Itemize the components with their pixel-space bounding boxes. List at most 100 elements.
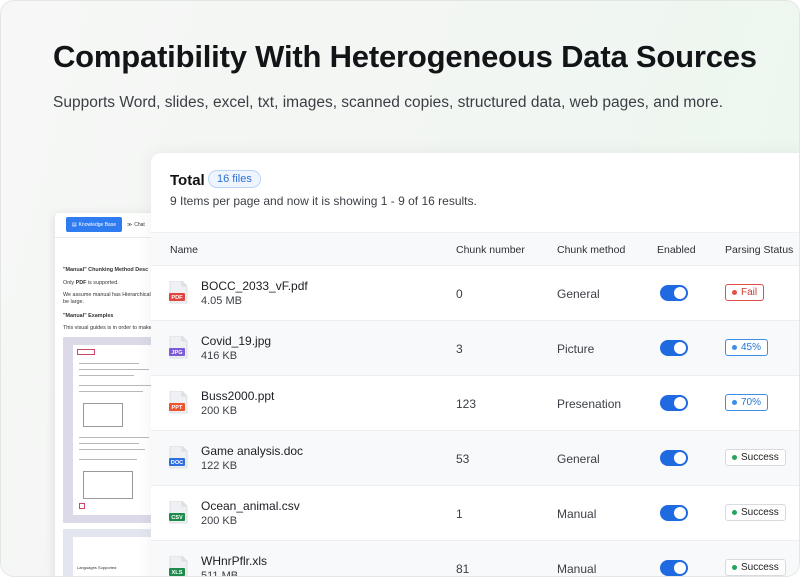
sheet-line [79, 385, 151, 386]
status-dot-icon [732, 400, 737, 405]
file-size: 200 KB [201, 515, 238, 527]
column-header-chunk-method[interactable]: Chunk method [557, 244, 625, 256]
preview-heading: "Manual" Chunking Method Desc [63, 267, 149, 273]
table-header: Name Chunk number Chunk method Enabled P… [151, 232, 799, 266]
sheet-line [79, 443, 139, 444]
toggle-knob [674, 562, 686, 574]
file-type-icon: PDF [169, 281, 188, 304]
file-type-label: DOC [171, 460, 183, 466]
preview-examples-heading: "Manual" Examples [63, 313, 114, 319]
toggle-knob [674, 342, 686, 354]
file-size: 122 KB [201, 460, 238, 472]
chat-label: Chat [134, 221, 145, 228]
chunk-method: Picture [557, 342, 595, 356]
page-title: Compatibility With Heterogeneous Data So… [53, 39, 757, 74]
chunk-method: General [557, 287, 600, 301]
parsing-status-text: Success [741, 507, 779, 518]
parsing-status-badge: Success [725, 559, 786, 576]
enabled-toggle[interactable] [660, 505, 688, 521]
sheet-line [79, 363, 139, 364]
enabled-toggle[interactable] [660, 285, 688, 301]
file-type-icon: DOC [169, 446, 188, 469]
enabled-toggle[interactable] [660, 450, 688, 466]
file-size: 416 KB [201, 350, 238, 362]
file-type-icon: XLS [169, 556, 188, 576]
table-row[interactable]: JPG Covid_19.jpg 416 KB 3 Picture 45% [151, 321, 799, 376]
table-row[interactable]: PPT Buss2000.ppt 200 KB 123 Presenation 70% [151, 376, 799, 431]
chunk-number: 53 [456, 452, 470, 466]
sheet-line [79, 369, 149, 370]
file-name[interactable]: WHnrPflr.xls [201, 554, 267, 568]
sheet-diagram [83, 471, 133, 499]
file-name[interactable]: Buss2000.ppt [201, 389, 274, 403]
status-dot-icon [732, 510, 737, 515]
file-type-label: XLS [172, 570, 183, 576]
file-name[interactable]: Covid_19.jpg [201, 334, 271, 348]
file-type-label: JPG [171, 350, 182, 356]
column-header-name[interactable]: Name [170, 244, 198, 256]
toggle-knob [674, 507, 686, 519]
feature-showcase: Compatibility With Heterogeneous Data So… [0, 0, 800, 577]
toggle-knob [674, 397, 686, 409]
parsing-status-text: 45% [741, 342, 762, 353]
chunk-method: Manual [557, 562, 597, 576]
preview-line-suffix: is supported. [86, 280, 119, 286]
knowledge-base-label: Knowledge Base [78, 221, 117, 228]
file-count-badge: 16 files [208, 170, 261, 188]
sheet-line [79, 375, 134, 376]
sheet-line [79, 391, 143, 392]
file-name[interactable]: BOCC_2033_vF.pdf [201, 279, 308, 293]
status-dot-icon [732, 455, 737, 460]
chunk-number: 0 [456, 287, 463, 301]
column-header-parsing-status[interactable]: Parsing Status [725, 244, 793, 256]
parsing-status-badge: 45% [725, 339, 769, 356]
parsing-status-badge: 70% [725, 394, 769, 411]
parsing-status-badge: Fail [725, 284, 765, 301]
parsing-status-badge: Success [725, 504, 786, 521]
sheet-diagram [83, 403, 123, 427]
enabled-toggle[interactable] [660, 395, 688, 411]
enabled-toggle[interactable] [660, 560, 688, 576]
chunk-number: 81 [456, 562, 470, 576]
file-size: 4.05 MB [201, 295, 242, 307]
table-row[interactable]: PDF BOCC_2033_vF.pdf 4.05 MB 0 General Fail [151, 266, 799, 321]
status-dot-icon [732, 565, 737, 570]
table-row[interactable]: CSV Ocean_animal.csv 200 KB 1 Manual Success [151, 486, 799, 541]
table-row[interactable]: DOC Game analysis.doc 122 KB 53 General Succe… [151, 431, 799, 486]
file-type-icon: CSV [169, 501, 188, 524]
preview-line-bold: PDF [75, 280, 87, 286]
preview-line: be large. [63, 299, 84, 305]
sheet-line [79, 437, 149, 438]
status-dot-icon [732, 290, 737, 295]
preview-line: This visual guides is in order to make u [63, 325, 157, 331]
database-icon: ▤ [71, 221, 77, 228]
file-name[interactable]: Ocean_animal.csv [201, 499, 300, 513]
file-type-label: PDF [171, 295, 183, 301]
chat-nav-item[interactable]: ≫ Chat [127, 217, 145, 232]
chunk-number: 123 [456, 397, 477, 411]
preview-line-pdf: Only PDF is supported. [63, 280, 119, 286]
sheet-line [79, 459, 137, 460]
file-type-icon: JPG [169, 336, 188, 359]
total-label: Total [170, 172, 205, 189]
parsing-status-text: Fail [741, 287, 758, 298]
preview-line: We assume manual has Hierarchical sec [63, 292, 161, 298]
file-type-icon: PPT [169, 391, 188, 414]
sheet-header-box [77, 349, 95, 355]
column-header-enabled[interactable]: Enabled [657, 244, 696, 256]
pagination-info: 9 Items per page and now it is showing 1… [170, 194, 477, 208]
sheet-label: Languages Supported [77, 565, 117, 570]
knowledge-base-button[interactable]: ▤ Knowledge Base [66, 217, 122, 232]
column-header-chunk-number[interactable]: Chunk number [456, 244, 525, 256]
chat-icon: ≫ [127, 221, 133, 228]
sheet-line [79, 449, 145, 450]
toggle-knob [674, 452, 686, 464]
enabled-toggle[interactable] [660, 340, 688, 356]
toggle-knob [674, 287, 686, 299]
table-row[interactable]: XLS WHnrPflr.xls 511 MB 81 Manual Success [151, 541, 799, 576]
files-table-card: Total 16 files 9 Items per page and now … [151, 153, 799, 576]
parsing-status-badge: Success [725, 449, 786, 466]
chunk-method: Presenation [557, 397, 622, 411]
file-name[interactable]: Game analysis.doc [201, 444, 303, 458]
status-dot-icon [732, 345, 737, 350]
